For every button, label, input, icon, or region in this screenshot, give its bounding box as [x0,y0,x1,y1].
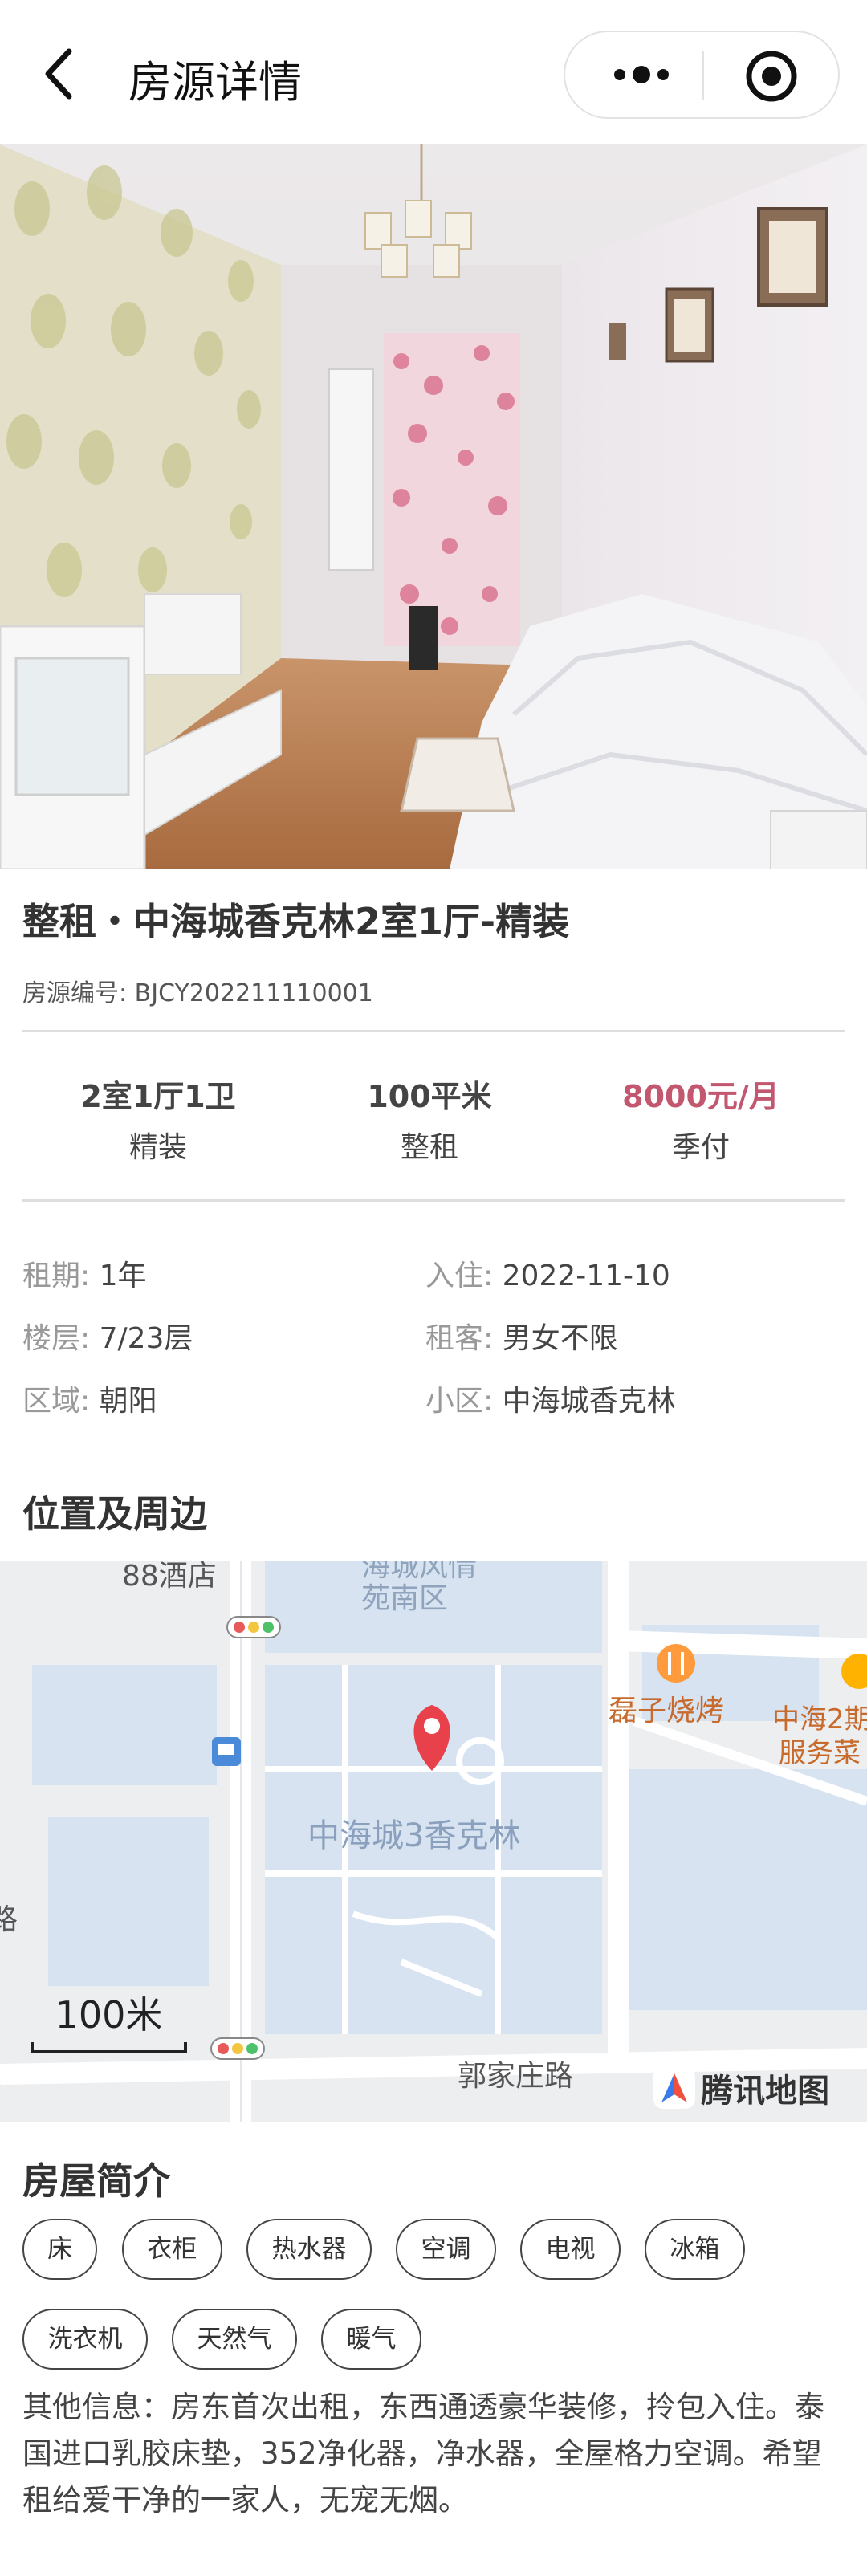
capsule-divider [702,51,704,100]
detail-value: 7/23层 [99,1322,193,1355]
map-scale-bar [31,2042,187,2053]
payment-cycle: 季付 [671,1131,730,1164]
stat-sub: 整租 [400,1131,458,1164]
traffic-light-icon [226,1616,281,1638]
detail-district: 区域: 朝阳 [22,1378,157,1419]
stat-area: 100平米 整租 [309,1072,550,1166]
listing-photo-carousel[interactable] [0,144,867,869]
detail-key: 小区: [425,1385,494,1418]
listing-title: 整租・中海城香克林2室1厅-精装 [22,900,570,943]
detail-value: 1年 [99,1260,147,1292]
tencent-map-logo-icon [653,2067,695,2109]
chevron-left-icon [45,48,72,100]
map-scale: 100米 [31,1986,187,2053]
detail-value: 2022-11-10 [502,1260,670,1292]
stat-sub: 精装 [128,1131,187,1164]
detail-floor: 楼层: 7/23层 [22,1315,193,1357]
detail-key: 租期: [22,1260,91,1292]
amenity-tag[interactable]: 暖气 [321,2309,421,2370]
nav-bar: 房源详情 [0,0,867,144]
detail-key: 租客: [425,1322,494,1355]
stat-price: 8000元/月 季付 [580,1072,821,1166]
amenity-tag[interactable]: 热水器 [246,2219,372,2280]
map-label-bbq: 磊子烧烤 [609,1695,725,1728]
location-heading: 位置及周边 [22,1492,207,1536]
listing-code: 房源编号: BJCY202211110001 [22,979,373,1007]
map-label-road-left: 路 [0,1903,18,1936]
map-brand-label: 腾讯地图 [701,2073,830,2110]
location-map[interactable]: 88酒店 海城风情 苑南区 磊子烧烤 中海2期 服务菜 中海城3香克林 郭家庄路… [0,1561,867,2122]
map-label-community: 中海城3香克林 [307,1817,521,1854]
detail-tenant: 租客: 男女不限 [425,1315,618,1357]
amenity-tag[interactable]: 洗衣机 [22,2309,148,2370]
amenity-tag[interactable]: 床 [22,2219,97,2280]
page-title: 房源详情 [128,57,302,108]
map-label-hotel: 88酒店 [122,1561,217,1593]
traffic-light-icon [210,2037,265,2060]
map-label-service2: 服务菜 [779,1737,861,1769]
map-scale-label: 100米 [55,1993,163,2037]
stat-value: 2室1厅1卫 [80,1079,236,1114]
intro-heading: 房屋简介 [22,2159,170,2203]
detail-key: 区域: [22,1385,91,1418]
room-photo [0,144,867,869]
stat-layout: 2室1厅1卫 精装 [38,1072,279,1166]
target-close-icon [746,51,797,102]
amenity-tag[interactable]: 电视 [520,2219,621,2280]
mini-program-capsule [564,31,840,119]
back-button[interactable] [32,42,88,106]
amenity-tag[interactable]: 冰箱 [645,2219,745,2280]
divider [22,1030,845,1032]
divider [22,1199,845,1202]
more-button[interactable] [597,48,686,101]
map-label-district: 苑南区 [361,1582,449,1615]
amenity-tag[interactable]: 空调 [396,2219,496,2280]
detail-value: 中海城香克林 [502,1385,676,1418]
amenity-tag[interactable]: 天然气 [172,2309,297,2370]
more-dots-icon [614,66,669,83]
detail-move-in: 入住: 2022-11-10 [425,1252,670,1294]
rent-price: 8000元/月 [622,1079,779,1114]
detail-value: 朝阳 [99,1385,157,1418]
map-label-road: 郭家庄路 [458,2060,574,2093]
detail-lease-term: 租期: 1年 [22,1252,147,1294]
stat-value: 100平米 [367,1079,492,1114]
amenity-tag[interactable]: 衣柜 [122,2219,222,2280]
detail-key: 入住: [425,1260,494,1292]
listing-description: 其他信息：房东首次出租，东西通透豪华装修，拎包入住。泰国进口乳胶床垫，352净化… [22,2390,824,2517]
detail-community: 小区: 中海城香克林 [425,1378,676,1419]
detail-value: 男女不限 [502,1322,618,1355]
close-button[interactable] [743,48,800,104]
detail-key: 楼层: [22,1322,91,1355]
map-brand: 腾讯地图 [652,2065,829,2113]
